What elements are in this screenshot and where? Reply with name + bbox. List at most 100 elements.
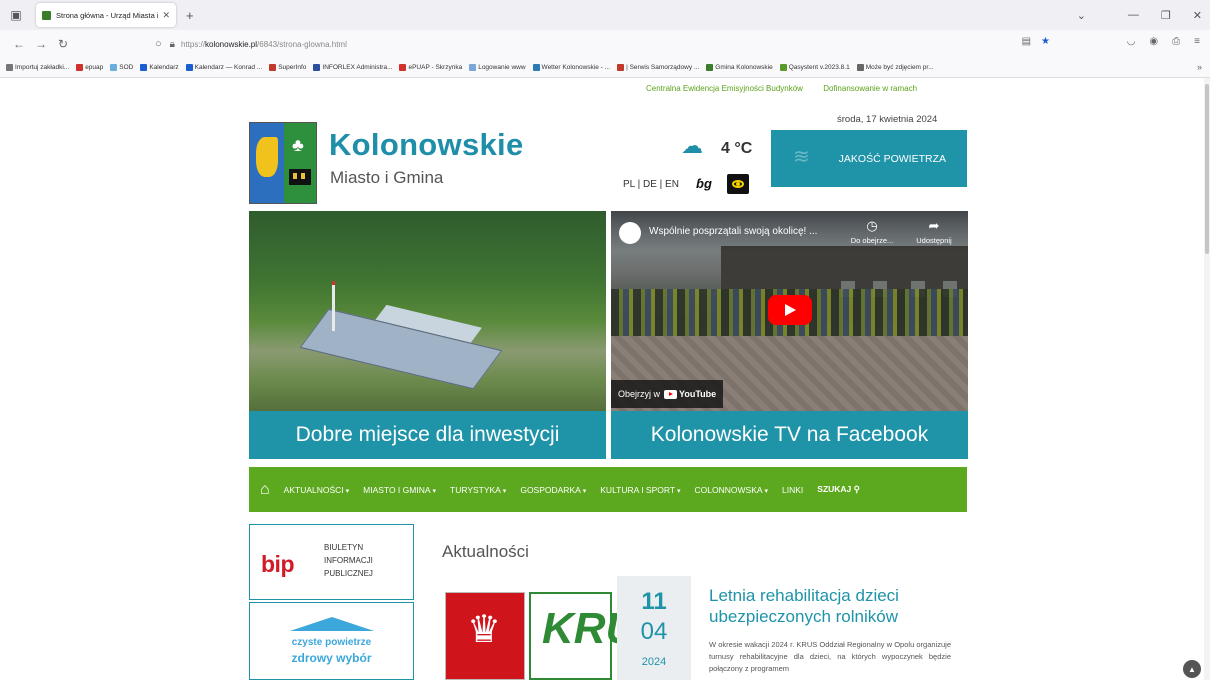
bookmark-item[interactable]: ePUAP - Skrzynka	[399, 64, 462, 71]
polish-eagle-image[interactable]	[445, 592, 525, 680]
bookmark-item[interactable]: SOD	[110, 64, 133, 71]
coat-of-arms-logo[interactable]: ♣	[249, 122, 317, 204]
account-icon[interactable]: ◉	[1149, 36, 1158, 47]
top-link-dofinansowanie[interactable]: Dofinansowanie w ramach	[823, 84, 917, 93]
menu-item-gospodarka[interactable]: GOSPODARKA	[520, 485, 586, 495]
czyste-line-2: zdrowy wybór	[291, 651, 372, 665]
bookmark-label: Gmina Kolonowskie	[715, 64, 773, 71]
minimize-icon[interactable]: —	[1128, 9, 1139, 21]
browser-tab[interactable]: Strona główna - Urząd Miasta i ✕	[36, 3, 176, 27]
site-title[interactable]: Kolonowskie	[329, 127, 524, 163]
lock-icon[interactable]: 🔒︎	[170, 39, 175, 50]
close-tab-icon[interactable]: ✕	[162, 10, 170, 21]
bookmark-favicon-icon	[140, 64, 148, 71]
bookmark-item[interactable]: epuap	[76, 64, 103, 71]
bookmark-item[interactable]: Wetter Kolonowskie - ...	[532, 64, 611, 71]
bip-line-3: PUBLICZNEJ	[324, 569, 373, 578]
reader-view-icon[interactable]: ▤	[1022, 36, 1031, 47]
tab-list-chevron-icon[interactable]: ⌄	[1077, 9, 1086, 22]
bookmark-item[interactable]: Kalendarz — Konrad ...	[185, 64, 262, 71]
news-title[interactable]: Letnia rehabilitacja dzieci ubezpieczony…	[709, 585, 957, 627]
bookmark-item[interactable]: Qasystent v.2023.8.1	[779, 64, 850, 71]
main-menu: ⌂ AKTUALNOŚCI MIASTO I GMINA TURYSTYKA GOSP…	[249, 467, 967, 512]
air-waves-icon: ≋	[793, 146, 810, 168]
bookmark-item[interactable]: Gmina Kolonowskie	[706, 64, 773, 71]
air-quality-button[interactable]: ≋ JAKOŚĆ POWIETRZA	[771, 130, 967, 187]
video-title[interactable]: Wspólnie posprzątali swoją okolicę! ...	[649, 226, 817, 237]
tab-overview-icon[interactable]: ▣	[0, 8, 32, 22]
clock-icon: ◷	[866, 218, 878, 233]
bookmark-item[interactable]: Logowanie www	[469, 64, 526, 71]
channel-avatar[interactable]	[619, 222, 641, 244]
shield-icon[interactable]: ○	[155, 38, 162, 50]
bookmark-favicon-icon	[269, 64, 277, 71]
forward-icon[interactable]: →	[30, 37, 52, 51]
home-icon[interactable]: ⌂	[260, 481, 270, 499]
watch-on-label: Obejrzyj w	[618, 389, 661, 399]
bookmark-favicon-icon	[779, 64, 787, 71]
youtube-logo: YouTube	[664, 389, 716, 399]
menu-icon[interactable]: ≡	[1194, 36, 1200, 47]
menu-item-aktualności[interactable]: AKTUALNOŚCI	[284, 485, 349, 495]
scroll-top-button[interactable]: ▲	[1183, 660, 1201, 678]
bookmark-item[interactable]: SuperInfo	[269, 64, 306, 71]
url-path: /6843/strona-glowna.html	[257, 39, 347, 49]
menu-item-miasto-i-gmina[interactable]: MIASTO I GMINA	[363, 485, 436, 495]
bookmark-label: Qasystent v.2023.8.1	[788, 64, 850, 71]
close-window-icon[interactable]: ✕	[1193, 9, 1202, 22]
bookmark-favicon-icon	[110, 64, 118, 71]
extensions-icon[interactable]: ⎙	[1172, 36, 1180, 47]
bookmark-label: epuap	[85, 64, 104, 71]
bookmark-item[interactable]: Importuj zakładki...	[6, 64, 69, 71]
back-icon[interactable]: ←	[8, 37, 30, 51]
czyste-powietrze-banner[interactable]: czyste powietrze zdrowy wybór	[249, 602, 414, 680]
bookmark-label: SuperInfo	[278, 64, 307, 71]
watch-later-button[interactable]: ◷ Do obejrze...	[847, 218, 897, 245]
news-excerpt: W okresie wakacji 2024 r. KRUS Oddział R…	[709, 640, 951, 673]
news-heading: Aktualności	[442, 542, 529, 561]
language-switcher[interactable]: PL | DE | EN	[623, 179, 679, 190]
cloud-icon: ☁︎	[681, 133, 703, 158]
menu-item-turystyka[interactable]: TURYSTYKA	[450, 485, 506, 495]
bookmark-star-icon[interactable]: ★	[1041, 36, 1050, 47]
sign-language-icon[interactable]: ɓg	[696, 176, 712, 191]
top-link-emisyjnosc[interactable]: Centralna Ewidencja Emisyjności Budynków	[646, 84, 803, 93]
bookmark-label: Kalendarz	[149, 64, 179, 71]
pocket-icon[interactable]: ◡	[1127, 36, 1136, 47]
bookmark-favicon-icon	[532, 64, 540, 71]
share-button[interactable]: ➦ Udostępnij	[908, 218, 960, 245]
page-scrollbar[interactable]	[1204, 78, 1210, 680]
menu-search-button[interactable]: SZUKAJ ⚲	[817, 484, 860, 495]
hero-investment-tile[interactable]: Dobre miejsce dla inwestycji	[249, 211, 606, 459]
video-player[interactable]: Wspólnie posprzątali swoją okolicę! ... …	[611, 211, 968, 411]
menu-item-linki[interactable]: LINKI	[782, 485, 803, 495]
menu-item-kultura-i-sport[interactable]: KULTURA I SPORT	[600, 485, 680, 495]
hero-video-tile[interactable]: Wspólnie posprzątali swoją okolicę! ... …	[611, 211, 968, 459]
play-button[interactable]	[768, 295, 812, 325]
url-domain: kolonowskie.pl	[205, 39, 258, 49]
contrast-eye-icon[interactable]	[727, 174, 749, 194]
bookmark-item[interactable]: | Serwis Samorządowy ...	[617, 64, 699, 71]
hero-video-caption: Kolonowskie TV na Facebook	[611, 411, 968, 459]
bookmark-favicon-icon	[313, 64, 321, 71]
bookmark-label: Wetter Kolonowskie - ...	[541, 64, 611, 71]
bookmark-item[interactable]: Kalendarz	[140, 64, 179, 71]
bookmark-label: | Serwis Samorządowy ...	[626, 64, 700, 71]
menu-search-label: SZUKAJ	[817, 484, 852, 494]
browser-tab-bar: ▣ Strona główna - Urząd Miasta i ✕ + ⌄ —…	[0, 0, 1210, 30]
watch-on-youtube-button[interactable]: Obejrzyj w YouTube	[611, 380, 723, 408]
more-bookmarks-icon[interactable]: »	[1197, 62, 1202, 72]
menu-item-colonnowska[interactable]: COLONNOWSKA	[695, 485, 768, 495]
address-bar[interactable]: ○ 🔒︎ https://kolonowskie.pl/6843/strona-…	[155, 34, 1055, 54]
bookmark-item[interactable]: INFORLEX Administra...	[313, 64, 392, 71]
page-viewport: Centralna Ewidencja Emisyjności Budynków…	[0, 78, 1210, 680]
news-date: 11 04 2024	[617, 576, 691, 680]
bookmark-label: SOD	[119, 64, 134, 71]
new-tab-icon[interactable]: +	[186, 8, 194, 23]
restore-icon[interactable]: ❐	[1161, 9, 1171, 22]
bookmark-favicon-icon	[185, 64, 193, 71]
bookmark-item[interactable]: Może być zdjęciem pr...	[856, 64, 934, 71]
reload-icon[interactable]: ↻	[52, 37, 74, 51]
krus-logo-image[interactable]: KRUS	[529, 592, 667, 680]
bip-banner[interactable]: bip BIULETYN INFORMACJI PUBLICZNEJ	[249, 524, 414, 600]
